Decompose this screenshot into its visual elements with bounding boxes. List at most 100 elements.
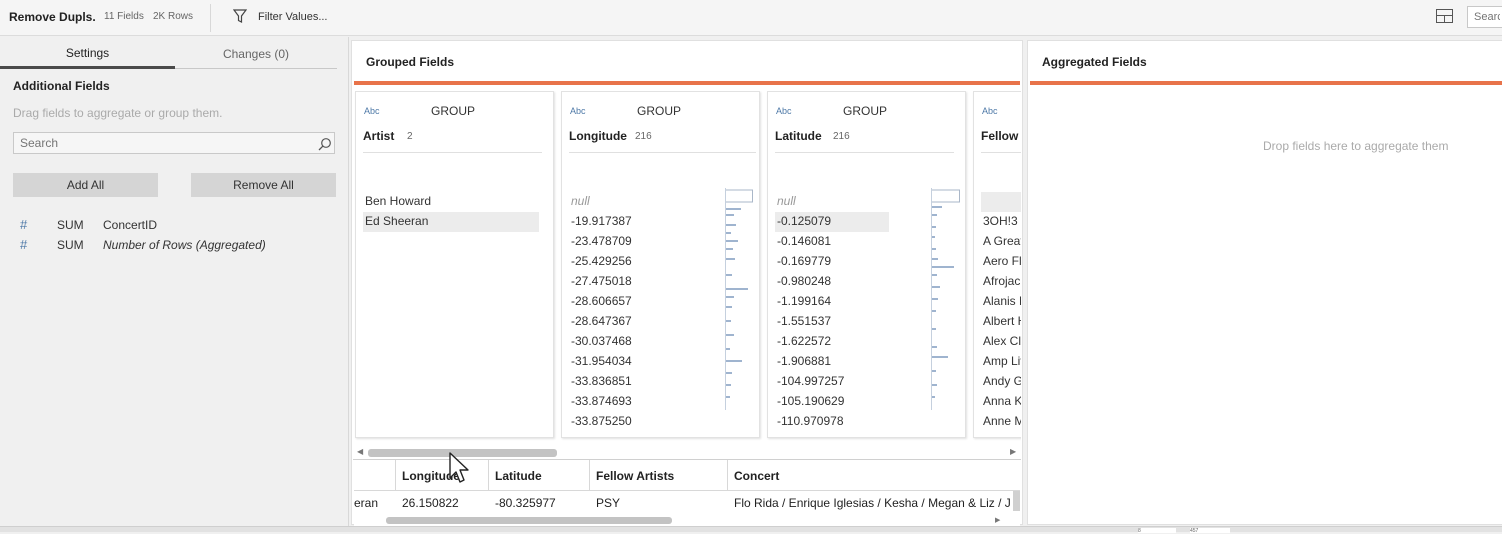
value-item[interactable]: -27.475018: [569, 272, 719, 292]
field-search-input[interactable]: [14, 133, 304, 153]
field-card-latitude[interactable]: Abc GROUP Latitude 216 null -0.125079 -0…: [767, 91, 966, 438]
step-name[interactable]: Remove Dupls.: [9, 10, 96, 24]
value-item[interactable]: Andy Grammer: [981, 372, 1021, 392]
value-item[interactable]: Afrojack: [981, 272, 1021, 292]
additional-fields-title: Additional Fields: [13, 79, 110, 93]
card-divider: [981, 152, 1021, 153]
value-item[interactable]: -25.429256: [569, 252, 719, 272]
value-item[interactable]: -19.917387: [569, 212, 719, 232]
value-item[interactable]: [981, 192, 1021, 212]
grid-vertical-scrollbar[interactable]: [1013, 491, 1020, 511]
value-item[interactable]: Alanis Morissette: [981, 292, 1021, 312]
value-item[interactable]: -0.146081: [775, 232, 889, 252]
field-search: [13, 132, 335, 154]
group-role-label[interactable]: GROUP: [637, 104, 681, 118]
distinct-count: 216: [635, 131, 652, 142]
column-header-longitude[interactable]: Longitude: [396, 460, 489, 491]
value-item[interactable]: -33.874693: [569, 392, 719, 412]
value-item[interactable]: -28.647367: [569, 312, 719, 332]
value-item[interactable]: -0.980248: [775, 272, 889, 292]
column-header-concert[interactable]: Concert: [728, 460, 1020, 491]
additional-field-row[interactable]: # SUM ConcertID: [13, 216, 333, 234]
value-item[interactable]: -23.478709: [569, 232, 719, 252]
value-item[interactable]: Ben Howard: [363, 192, 539, 212]
grid-cell[interactable]: 26.150822: [396, 491, 489, 513]
value-item[interactable]: Anna Kendrick: [981, 392, 1021, 412]
value-item[interactable]: -33.836851: [569, 372, 719, 392]
value-item[interactable]: -31.954034: [569, 352, 719, 372]
value-item[interactable]: null: [775, 192, 889, 212]
aggregate-drop-zone[interactable]: Drop fields here to aggregate them: [1263, 139, 1448, 153]
group-role-label[interactable]: GROUP: [843, 104, 887, 118]
grid-scroll-right-icon[interactable]: ▶: [995, 516, 1000, 524]
value-item[interactable]: -0.125079: [775, 212, 889, 232]
value-item[interactable]: Albert Hammond Jr: [981, 312, 1021, 332]
top-toolbar: Remove Dupls. 11 Fields 2K Rows Filter V…: [0, 0, 1502, 36]
value-item[interactable]: A Great Big World: [981, 232, 1021, 252]
value-item[interactable]: -105.190629: [775, 392, 889, 412]
aggregation-function[interactable]: SUM: [57, 218, 84, 232]
string-type-icon: Abc: [776, 106, 792, 116]
value-item[interactable]: Alex Clare: [981, 332, 1021, 352]
value-item[interactable]: -104.997257: [775, 372, 889, 392]
aggregated-fields-accent-bar: [1030, 81, 1502, 85]
value-list: null -0.125079 -0.146081 -0.169779 -0.98…: [775, 192, 889, 432]
value-item[interactable]: -110.970978: [775, 412, 889, 432]
value-distribution-histogram: [931, 188, 963, 410]
grid-horizontal-scrollbar[interactable]: [386, 517, 672, 524]
toolbar-search-input[interactable]: [1467, 6, 1502, 28]
value-item[interactable]: -0.169779: [775, 252, 889, 272]
aggregation-function[interactable]: SUM: [57, 238, 84, 252]
column-header[interactable]: [354, 460, 396, 491]
additional-field-row[interactable]: # SUM Number of Rows (Aggregated): [13, 236, 333, 254]
grouped-field-cards: Abc GROUP Artist 2 Ben Howard Ed Sheeran…: [354, 91, 1021, 441]
number-type-icon: #: [20, 237, 28, 252]
string-type-icon: Abc: [570, 106, 586, 116]
string-type-icon: Abc: [982, 106, 998, 116]
column-header-fellow-artists[interactable]: Fellow Artists: [590, 460, 728, 491]
scroll-left-icon[interactable]: ◀: [357, 447, 363, 456]
card-divider: [775, 152, 954, 153]
group-role-label[interactable]: GROUP: [431, 104, 475, 118]
grid-cell[interactable]: Flo Rida / Enrique Iglesias / Kesha / Me…: [728, 491, 1010, 513]
tab-changes[interactable]: Changes (0): [175, 37, 337, 68]
field-card-artist[interactable]: Abc GROUP Artist 2 Ben Howard Ed Sheeran: [355, 91, 554, 438]
field-name: Artist: [363, 129, 395, 143]
value-item[interactable]: Aero Flynn: [981, 252, 1021, 272]
toolbar-divider: [210, 4, 211, 32]
grid-cell[interactable]: -80.325977: [489, 491, 590, 513]
field-name: Longitude: [569, 129, 627, 143]
value-item[interactable]: -33.875250: [569, 412, 719, 432]
grid-cell[interactable]: PSY: [590, 491, 728, 513]
string-type-icon: Abc: [364, 106, 380, 116]
value-item[interactable]: 3OH!3: [981, 212, 1021, 232]
distinct-count: 216: [833, 131, 850, 142]
filter-values-button[interactable]: Filter Values...: [228, 6, 338, 28]
column-header-latitude[interactable]: Latitude: [489, 460, 590, 491]
field-name: Latitude: [775, 129, 822, 143]
value-item[interactable]: Amp Live: [981, 352, 1021, 372]
tab-settings[interactable]: Settings: [0, 37, 175, 68]
value-item[interactable]: null: [569, 192, 719, 212]
value-item[interactable]: -28.606657: [569, 292, 719, 312]
value-item[interactable]: -1.551537: [775, 312, 889, 332]
aggregated-fields-title: Aggregated Fields: [1042, 55, 1147, 69]
scroll-right-icon[interactable]: ▶: [1010, 447, 1016, 456]
grid-cell[interactable]: Ed Sheeran: [354, 491, 396, 513]
value-item[interactable]: Anne Marie: [981, 412, 1021, 432]
settings-panel: Settings Changes (0) Additional Fields D…: [0, 37, 349, 527]
field-card-fellow-artists[interactable]: Abc GROUP Fellow Artists 3OH!3 A Great B…: [973, 91, 1021, 438]
value-item[interactable]: -30.037468: [569, 332, 719, 352]
value-item[interactable]: Ed Sheeran: [363, 212, 539, 232]
field-card-longitude[interactable]: Abc GROUP Longitude 216 null -19.917387 …: [561, 91, 760, 438]
remove-all-button[interactable]: Remove All: [191, 173, 336, 197]
search-icon[interactable]: [318, 137, 332, 151]
filter-icon: [233, 9, 247, 23]
value-item[interactable]: -1.906881: [775, 352, 889, 372]
distinct-count: 2: [407, 131, 413, 142]
value-item[interactable]: -1.199164: [775, 292, 889, 312]
value-item[interactable]: -1.622572: [775, 332, 889, 352]
add-all-button[interactable]: Add All: [13, 173, 158, 197]
layout-toggle-icon[interactable]: [1436, 9, 1453, 23]
tab-divider: [175, 68, 337, 69]
